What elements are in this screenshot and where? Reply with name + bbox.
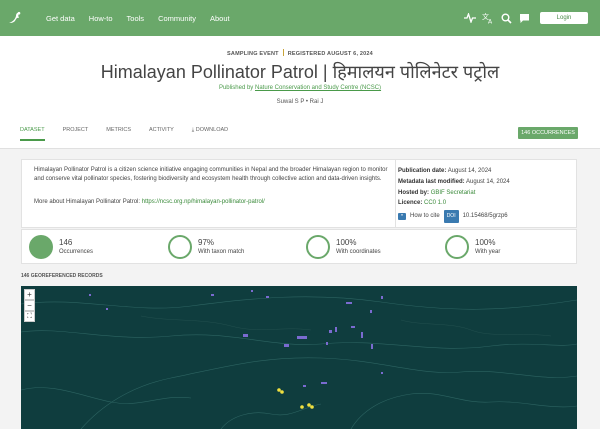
nav-tools[interactable]: Tools xyxy=(127,14,145,23)
project-url-link[interactable]: https://ncsc.org.np/himalayan-pollinator… xyxy=(142,199,265,205)
dataset-description: Himalayan Pollinator Patrol is a citizen… xyxy=(34,167,388,182)
hosted-by-row: Hosted by: GBIF Secretariat xyxy=(398,189,476,196)
tab-metrics[interactable]: METRICS xyxy=(106,127,131,141)
occurrence-map[interactable]: + − ⛶ xyxy=(21,286,577,429)
registered-date: REGISTERED AUGUST 6, 2024 xyxy=(287,51,373,57)
tab-download[interactable]: ⤓ DOWNLOAD xyxy=(192,127,228,141)
georeferenced-heading: 146 GEOREFERENCED RECORDS xyxy=(21,273,103,279)
tab-bar: DATASET PROJECT METRICS ACTIVITY ⤓ DOWNL… xyxy=(20,127,246,141)
doi-badge: DOI xyxy=(443,210,459,223)
zoom-in-button[interactable]: + xyxy=(24,289,35,300)
published-by-prefix: Published by xyxy=(218,85,254,91)
search-icon[interactable] xyxy=(500,12,512,24)
stat-year[interactable]: 100% With year xyxy=(445,235,500,259)
stat-value: 97% xyxy=(198,237,215,247)
nav-how-to[interactable]: How-to xyxy=(89,14,113,23)
stat-occurrences[interactable]: 146 Occurrences xyxy=(29,235,93,259)
occurrences-count: 146 xyxy=(521,130,531,136)
author[interactable]: Suwal S P xyxy=(277,99,305,105)
doi-link[interactable]: 10.15468/5grzp6 xyxy=(463,211,508,222)
chat-icon[interactable] xyxy=(518,12,530,24)
stat-value: 146 xyxy=(59,237,73,247)
stat-label: With year xyxy=(475,248,501,255)
nav-get-data[interactable]: Get data xyxy=(46,14,75,23)
stat-value: 100% xyxy=(475,237,496,247)
translate-icon[interactable]: 文A xyxy=(482,12,494,24)
tab-dataset[interactable]: DATASET xyxy=(20,127,45,141)
activity-icon[interactable] xyxy=(464,12,476,24)
progress-ring-icon xyxy=(445,235,469,259)
publisher-line: Published by Nature Conservation and Stu… xyxy=(0,85,600,91)
occurrences-circle-icon xyxy=(29,235,53,259)
top-navbar: Get data How-to Tools Community About 文A… xyxy=(0,0,600,36)
more-about-line: More about Himalayan Pollinator Patrol: … xyxy=(34,199,265,205)
stat-taxon-match[interactable]: 97% With taxon match xyxy=(168,235,244,259)
more-about-prefix: More about Himalayan Pollinator Patrol: xyxy=(34,199,141,205)
fullscreen-icon[interactable]: ⛶ xyxy=(24,311,35,322)
stat-coordinates[interactable]: 100% With coordinates xyxy=(306,235,381,259)
author[interactable]: Rai J xyxy=(310,99,324,105)
dataset-meta: Publication date: August 14, 2024 Metada… xyxy=(398,166,510,223)
stat-label: With coordinates xyxy=(336,248,381,255)
nav-about[interactable]: About xyxy=(210,14,230,23)
cite-row: ❝ How to cite DOI 10.15468/5grzp6 xyxy=(398,210,510,223)
nav-community[interactable]: Community xyxy=(158,14,196,23)
dataset-summary-card: Himalayan Pollinator Patrol is a citizen… xyxy=(21,159,577,228)
quote-icon[interactable]: ❝ xyxy=(398,213,406,221)
licence-row: Licence: CC0 1.0 xyxy=(398,200,447,207)
authors-line: Suwal S P • Rai J xyxy=(276,99,324,105)
publisher-link[interactable]: Nature Conservation and Study Centre (NC… xyxy=(255,85,381,91)
page-title: Himalayan Pollinator Patrol | हिमालयन पो… xyxy=(100,62,500,82)
map-terrain xyxy=(21,290,577,429)
occurrences-label: OCCURRENCES xyxy=(531,130,575,136)
hosted-by-link[interactable]: GBIF Secretariat xyxy=(431,190,476,196)
tab-download-label: DOWNLOAD xyxy=(195,127,229,133)
svg-text:A: A xyxy=(488,19,493,25)
stat-label: With taxon match xyxy=(198,248,245,255)
tab-activity[interactable]: ACTIVITY xyxy=(149,127,174,141)
how-to-cite-link[interactable]: How to cite xyxy=(410,211,440,222)
gbif-logo-icon[interactable] xyxy=(7,10,23,26)
tab-project[interactable]: PROJECT xyxy=(63,127,89,141)
progress-ring-icon xyxy=(168,235,192,259)
modified-date-row: Metadata last modified: August 14, 2024 xyxy=(398,178,510,185)
stat-value: 100% xyxy=(336,237,357,247)
event-line: SAMPLING EVENT REGISTERED AUGUST 6, 2024 xyxy=(0,49,600,57)
dataset-header: SAMPLING EVENT REGISTERED AUGUST 6, 2024 … xyxy=(0,36,600,149)
card-divider xyxy=(395,160,396,227)
event-type: SAMPLING EVENT xyxy=(227,51,279,57)
licence-link[interactable]: CC0 1.0 xyxy=(424,200,446,206)
progress-ring-icon xyxy=(306,235,330,259)
login-button[interactable]: Login xyxy=(540,12,588,24)
zoom-out-button[interactable]: − xyxy=(24,300,35,311)
publication-date-row: Publication date: August 14, 2024 xyxy=(398,168,492,174)
occurrences-button[interactable]: 146 OCCURRENCES xyxy=(518,127,578,139)
stats-strip: 146 Occurrences 97% With taxon match 100… xyxy=(21,229,577,264)
stat-label: Occurrences xyxy=(59,248,94,255)
